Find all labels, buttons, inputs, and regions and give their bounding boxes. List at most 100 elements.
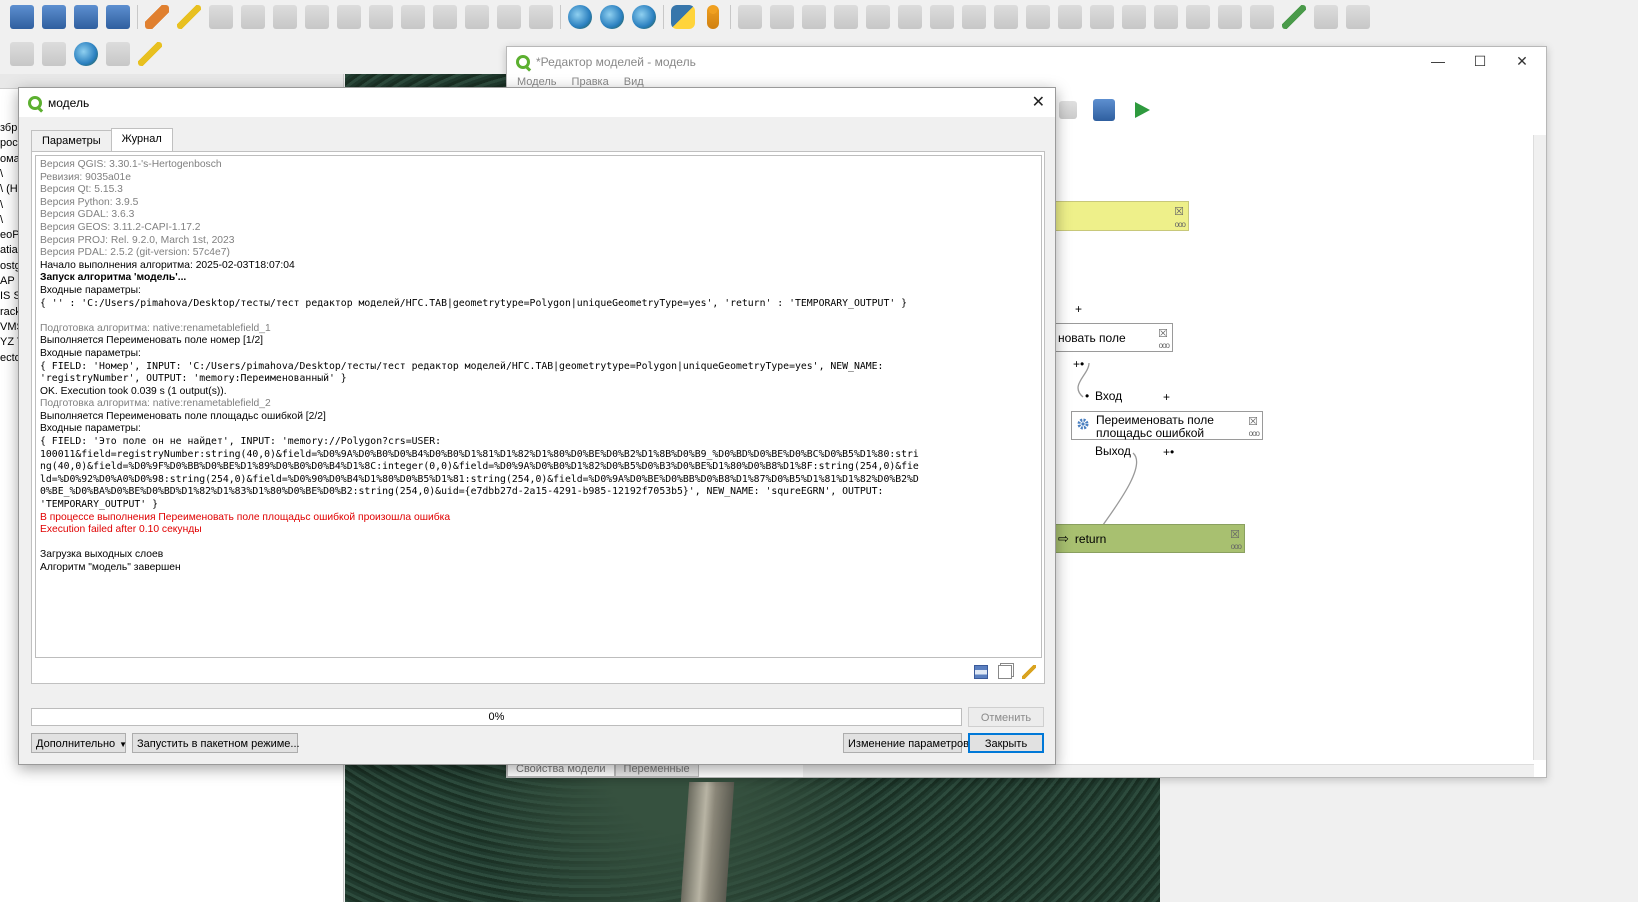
reshape-icon[interactable] — [994, 5, 1018, 29]
close-icon[interactable]: ✕ — [1512, 53, 1532, 71]
expand-plus[interactable]: +• — [1163, 445, 1174, 459]
copy-log-icon[interactable] — [998, 665, 1012, 679]
more-icon: ooo — [1174, 220, 1186, 229]
rotate-point-icon[interactable] — [1186, 5, 1210, 29]
log-line: Входные параметры: — [40, 284, 141, 296]
close-button[interactable]: Закрыть — [968, 733, 1044, 753]
rename-field-node-1[interactable]: новать поле ☒ ooo — [1055, 323, 1173, 352]
toggle-editing-icon[interactable] — [145, 5, 169, 29]
xy-coords-icon[interactable] — [106, 42, 130, 66]
delete-part-icon[interactable] — [962, 5, 986, 29]
attribute-table-icon[interactable] — [74, 5, 98, 29]
vertical-scrollbar[interactable] — [1533, 135, 1546, 760]
merge-attributes-icon[interactable] — [1154, 5, 1178, 29]
fill-ring-icon[interactable] — [898, 5, 922, 29]
export-python-icon[interactable] — [1059, 101, 1077, 119]
advanced-digitizing-icon[interactable] — [738, 5, 762, 29]
more-icon: ooo — [1158, 341, 1170, 350]
undo-icon[interactable] — [497, 5, 521, 29]
browser-item-fragment[interactable]: \ — [0, 199, 3, 211]
run-batch-button[interactable]: Запустить в пакетном режиме... — [132, 733, 300, 753]
rename-field-node-2[interactable]: Переименовать поле площадьс ошибкой ☒ oo… — [1071, 411, 1263, 440]
redo-icon[interactable] — [529, 5, 553, 29]
scissors-icon[interactable] — [1314, 5, 1338, 29]
clear-log-icon[interactable] — [1022, 665, 1036, 679]
add-line-icon[interactable] — [241, 5, 265, 29]
save-edits-icon[interactable] — [209, 5, 233, 29]
vertex-tool-icon[interactable] — [305, 5, 329, 29]
user-icon[interactable] — [707, 5, 719, 29]
log-line: Входные параметры: — [40, 423, 141, 435]
output-node-return[interactable]: ⇨ return ☒ ooo — [1055, 524, 1245, 553]
offset-curve-icon[interactable] — [1026, 5, 1050, 29]
log-line: Версия PROJ: Rel. 9.2.0, March 1st, 2023 — [40, 234, 235, 246]
input-node[interactable]: ☒ ooo — [1055, 201, 1189, 231]
progress-bar: 0% — [31, 708, 962, 726]
log-line: Входные параметры: — [40, 347, 141, 359]
copy-icon[interactable] — [433, 5, 457, 29]
remove-icon[interactable]: ☒ — [1248, 415, 1258, 428]
wrench-icon[interactable] — [138, 42, 162, 66]
cancel-button[interactable]: Отменить — [968, 707, 1044, 727]
python-console-icon[interactable] — [671, 5, 695, 29]
simplify-icon[interactable] — [802, 5, 826, 29]
shape-digitize-icon[interactable] — [1282, 5, 1306, 29]
zoom-globe-icon[interactable] — [568, 5, 592, 29]
zoom-icon[interactable] — [10, 42, 34, 66]
gps-globe-icon[interactable] — [632, 5, 656, 29]
browser-item-fragment[interactable]: atia — [0, 244, 18, 256]
browser-item-fragment[interactable]: \ — [0, 214, 3, 226]
field-calculator-icon[interactable] — [106, 5, 130, 29]
maximize-icon[interactable]: ☐ — [1470, 53, 1490, 71]
expand-plus[interactable]: + — [1075, 302, 1082, 316]
close-icon[interactable]: ✕ — [1032, 92, 1045, 112]
merge-features-icon[interactable] — [1122, 5, 1146, 29]
minimize-icon[interactable]: — — [1428, 53, 1448, 71]
browser-item-fragment[interactable]: eoP — [0, 229, 20, 241]
add-ring-icon[interactable] — [834, 5, 858, 29]
modify-attributes-icon[interactable] — [337, 5, 361, 29]
horizontal-scrollbar[interactable] — [803, 764, 1534, 777]
model-canvas[interactable]: ☒ ooo + новать поле ☒ ooo +• • Вход + Пе… — [1055, 135, 1535, 747]
browser-item-fragment[interactable]: \ (H — [0, 183, 18, 195]
expand-plus[interactable]: + — [1163, 390, 1170, 404]
map-tips-icon[interactable] — [42, 5, 66, 29]
circle-tool-icon[interactable] — [1346, 5, 1370, 29]
cut-icon[interactable] — [401, 5, 425, 29]
rotate-icon[interactable] — [770, 5, 794, 29]
paste-icon[interactable] — [465, 5, 489, 29]
delete-icon[interactable] — [369, 5, 393, 29]
browser-item-fragment[interactable]: збр — [0, 122, 17, 134]
advanced-dropdown-button[interactable]: Дополнительно ▼ — [31, 733, 127, 753]
log-line: { FIELD: 'Номер', INPUT: 'C:/Users/pimah… — [40, 360, 884, 372]
help-icon[interactable] — [1093, 99, 1115, 121]
select-extent-icon[interactable] — [42, 42, 66, 66]
browser-item-fragment[interactable]: \ — [0, 168, 3, 180]
change-parameters-button[interactable]: Изменение параметров — [843, 733, 969, 753]
tab-log[interactable]: Журнал — [110, 128, 173, 152]
reverse-line-icon[interactable] — [1218, 5, 1242, 29]
add-part-icon[interactable] — [866, 5, 890, 29]
qgis-logo-icon — [516, 54, 530, 69]
browser-item-fragment[interactable]: ома — [0, 153, 20, 165]
web-globe-icon[interactable] — [74, 42, 98, 66]
search-globe-icon[interactable] — [600, 5, 624, 29]
delete-ring-icon[interactable] — [930, 5, 954, 29]
remove-icon[interactable]: ☒ — [1230, 528, 1240, 541]
browser-item-fragment[interactable]: рос — [0, 137, 18, 149]
split-features-icon[interactable] — [1058, 5, 1082, 29]
log-text-area[interactable]: Версия QGIS: 3.30.1-'s-Hertogenbosch Реви… — [35, 155, 1042, 658]
log-line: 0%BE_%D0%BA%D0%BE%D0%BD%D1%82%D1%83%D1%8… — [40, 486, 884, 498]
add-polygon-icon[interactable] — [273, 5, 297, 29]
expand-plus[interactable]: +• — [1073, 357, 1084, 371]
trim-extend-icon[interactable] — [1250, 5, 1274, 29]
run-model-icon[interactable] — [1131, 99, 1153, 121]
save-log-icon[interactable] — [974, 665, 988, 679]
edit-pencil-icon[interactable] — [177, 5, 201, 29]
remove-icon[interactable]: ☒ — [1158, 327, 1168, 340]
split-parts-icon[interactable] — [1090, 5, 1114, 29]
digitize-icon[interactable] — [10, 5, 34, 29]
log-line: Версия Python: 3.9.5 — [40, 196, 139, 208]
remove-icon[interactable]: ☒ — [1174, 205, 1184, 218]
dialog-title: модель — [48, 95, 90, 110]
